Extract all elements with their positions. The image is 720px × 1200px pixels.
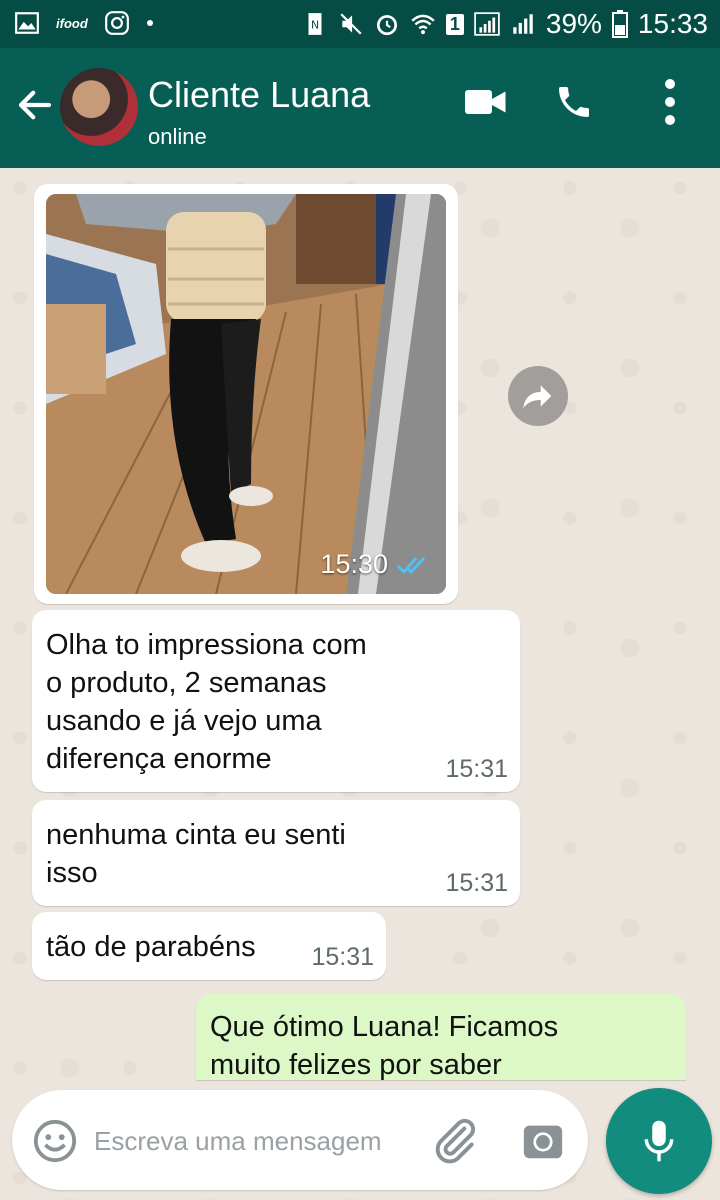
wifi-icon [411, 14, 435, 35]
battery-icon [611, 10, 628, 38]
video-call-button[interactable] [462, 78, 510, 126]
message-text: Olha to impressiona com o produto, 2 sem… [46, 629, 367, 775]
back-arrow-icon[interactable] [14, 84, 56, 126]
voice-call-button[interactable] [550, 78, 598, 126]
message-text: nenhuma cinta eu senti isso [46, 819, 346, 889]
message-timestamp: 15:31 [445, 869, 508, 897]
video-call-icon [465, 90, 506, 114]
image-message[interactable]: 15:30 [34, 184, 458, 604]
mute-icon [340, 13, 362, 35]
svg-text:N: N [311, 18, 319, 31]
voice-record-button[interactable] [606, 1088, 712, 1194]
avatar[interactable] [60, 68, 138, 146]
phone-icon [559, 87, 589, 117]
incoming-message[interactable]: nenhuma cinta eu senti isso 15:31 [32, 800, 520, 906]
forward-button[interactable] [508, 366, 568, 426]
photo-thumbnail[interactable]: 15:30 [46, 194, 446, 594]
chat-header: Cliente Luana online [0, 48, 720, 168]
photo-image [46, 194, 446, 594]
signal-bars-icon [513, 14, 533, 34]
more-options-button[interactable] [646, 78, 694, 126]
message-input[interactable] [92, 1118, 426, 1164]
microphone-icon [644, 1120, 674, 1162]
status-bar: ifood N 1 39% 15:33 [0, 0, 720, 48]
chat-area[interactable]: 15:30 Olha to impressiona com o produto,… [0, 168, 720, 1200]
message-timestamp: 15:31 [445, 755, 508, 783]
nfc-icon: N [308, 13, 322, 35]
instagram-icon [104, 11, 129, 35]
sim-slot-badge: 1 [445, 13, 464, 35]
forward-icon [523, 385, 552, 408]
battery-percent: 39% [545, 8, 602, 39]
status-time: 15:33 [637, 8, 708, 39]
message-text: Que ótimo Luana! Ficamos muito felizes p… [210, 1011, 559, 1081]
contact-status: online [148, 124, 207, 149]
emoji-icon[interactable] [32, 1118, 78, 1164]
incoming-message[interactable]: tão de parabéns 15:31 [32, 912, 386, 980]
message-input-bar [12, 1090, 588, 1190]
message-timestamp: 15:31 [311, 943, 374, 971]
ifood-icon: ifood [56, 15, 88, 31]
more-options-icon [665, 79, 675, 125]
camera-icon[interactable] [520, 1118, 566, 1164]
outgoing-message[interactable]: Que ótimo Luana! Ficamos muito felizes p… [196, 994, 686, 1081]
attach-icon[interactable] [430, 1116, 480, 1166]
message-timestamp: 15:30 [320, 549, 432, 580]
dot-icon [146, 20, 153, 26]
gallery-icon [15, 12, 39, 34]
signal-icon [474, 12, 500, 36]
alarm-icon [376, 15, 397, 36]
incoming-message[interactable]: Olha to impressiona com o produto, 2 sem… [32, 610, 520, 792]
message-text: tão de parabéns [46, 931, 256, 963]
contact-name[interactable]: Cliente Luana [148, 74, 370, 116]
read-ticks-icon [397, 556, 426, 574]
